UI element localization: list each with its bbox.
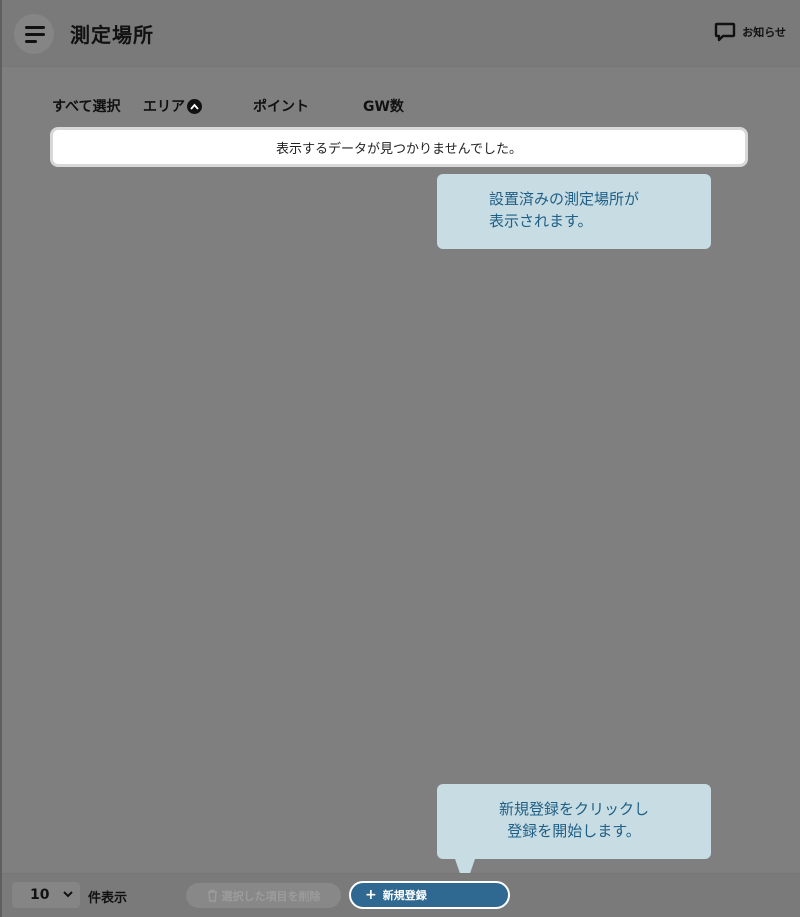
tooltip-line: 登録を開始します。 [507,822,641,840]
area-column-label: エリア [143,99,185,115]
point-column-header[interactable]: ポイント [253,96,363,116]
chat-bubble-icon [715,22,736,42]
delete-selected-label: 選択した項目を削除 [221,889,321,903]
app-footer: 10 件表示 選択した項目を削除 + 新規登録 [2,873,800,917]
new-registration-button[interactable]: + 新規登録 [349,881,510,909]
app-page: 測定場所 お知らせ すべて選択 エリア ポイント GW数 表示するデータが見つか… [0,0,800,917]
empty-message: 表示するデータが見つかりませんでした。 [276,141,522,157]
app-header: 測定場所 お知らせ [2,0,800,67]
new-hint-tooltip: 新規登録をクリックし 登録を開始します。 [437,784,711,859]
menu-icon-bar [25,39,37,43]
select-all-label: すべて選択 [52,99,121,115]
new-registration-label: 新規登録 [382,889,427,902]
menu-icon-bar [25,32,45,36]
page-size-label: 件表示 [88,891,128,906]
delete-selected-button[interactable]: 選択した項目を削除 [186,883,341,908]
page-size-value: 10 [30,887,50,903]
select-all-header[interactable]: すべて選択 [52,96,143,116]
menu-button[interactable] [14,14,54,54]
list-hint-tooltip: 設置済みの測定場所が 表示されます。 [437,174,711,249]
point-column-label: ポイント [253,99,309,115]
tooltip-line: 表示されます。 [489,212,593,230]
table-header: すべて選択 エリア ポイント GW数 [52,96,404,116]
gw-count-column-header[interactable]: GW数 [363,96,404,116]
page-size-select[interactable]: 10 [12,882,80,908]
page-title: 測定場所 [70,23,154,47]
sort-up-icon[interactable] [187,98,202,114]
notice-button[interactable]: お知らせ [714,22,786,42]
notice-label: お知らせ [742,26,786,39]
plus-icon: + [365,887,377,903]
menu-icon-bar [25,25,45,29]
chevron-down-icon [63,891,73,898]
gw-count-column-label: GW数 [363,99,404,115]
area-column-header[interactable]: エリア [143,96,253,116]
tooltip-line: 設置済みの測定場所が [489,190,640,208]
trash-icon [207,889,217,902]
empty-message-row: 表示するデータが見つかりませんでした。 [50,127,748,167]
tooltip-line: 新規登録をクリックし [498,800,649,818]
